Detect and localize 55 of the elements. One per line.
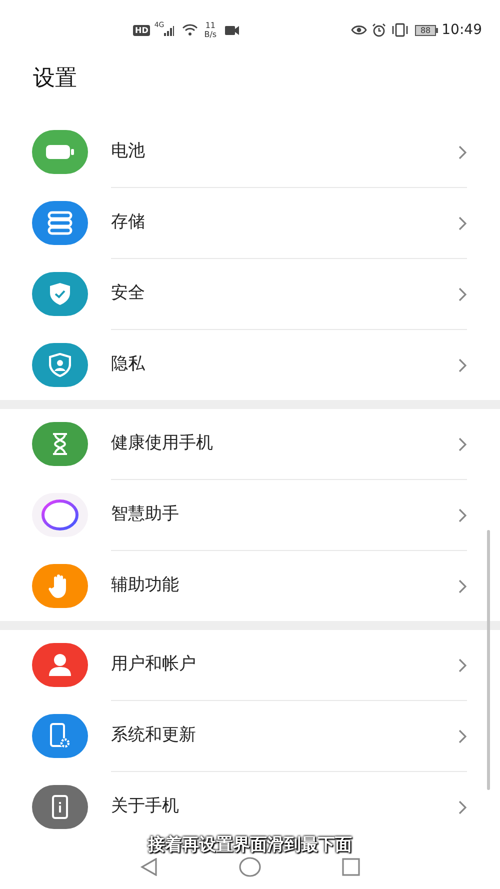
battery-icon — [45, 144, 75, 160]
item-label: 系统和更新 — [111, 724, 197, 748]
settings-item[interactable]: 智慧助手 — [0, 490, 500, 540]
battery-indicator: 88 — [415, 24, 438, 36]
speed-value: 11 — [205, 21, 216, 30]
phone-gear-icon — [48, 722, 72, 750]
shield-person-icon — [49, 353, 71, 377]
hd-label: HD — [133, 24, 150, 36]
item-label: 电池 — [111, 140, 146, 164]
clock: 10:49 — [442, 20, 482, 40]
chevron-right-icon — [458, 508, 467, 522]
chevron-right-icon — [458, 144, 467, 160]
chevron-right-icon — [458, 578, 467, 594]
settings-item[interactable]: 辅助功能 — [0, 561, 500, 611]
chevron-right-icon — [458, 358, 467, 372]
settings-item[interactable]: 安全 — [0, 269, 500, 319]
settings-item[interactable]: 电池 — [0, 127, 500, 177]
settings-item[interactable]: 关于手机 — [0, 782, 500, 832]
item-label: 存储 — [111, 211, 146, 234]
hourglass-icon — [51, 432, 69, 456]
settings-item[interactable]: 用户和帐户 — [0, 640, 500, 690]
signal-icon — [164, 26, 174, 36]
settings-item[interactable]: 存储 — [0, 198, 500, 248]
ring-icon — [40, 498, 80, 532]
home-icon[interactable] — [238, 856, 261, 876]
item-label: 智慧助手 — [111, 503, 180, 526]
phone-info-icon — [51, 794, 69, 820]
chevron-right-icon — [458, 728, 467, 744]
person-icon — [47, 652, 73, 678]
eye-icon — [351, 24, 368, 36]
shield-check-icon — [49, 282, 71, 306]
video-camera-icon — [224, 26, 239, 34]
chevron-right-icon — [458, 800, 467, 814]
speed-unit: B/s — [204, 30, 217, 39]
storage-icon — [47, 211, 73, 235]
subtitle-caption: 接着再设置界面滑到最下面 — [148, 833, 352, 857]
alarm-icon — [372, 23, 386, 37]
vibrate-icon — [391, 23, 410, 37]
chevron-right-icon — [458, 216, 467, 230]
item-label: 辅助功能 — [111, 574, 180, 598]
settings-item[interactable]: 系统和更新 — [0, 711, 500, 761]
item-label: 用户和帐户 — [111, 653, 197, 676]
item-label: 隐私 — [111, 353, 146, 376]
chevron-right-icon — [458, 658, 467, 672]
chevron-right-icon — [458, 436, 467, 452]
page-title: 设置 — [33, 65, 77, 93]
item-label: 关于手机 — [111, 795, 180, 818]
settings-item[interactable]: 健康使用手机 — [0, 419, 500, 469]
back-icon[interactable] — [140, 858, 158, 876]
recents-icon[interactable] — [342, 858, 360, 876]
wifi-icon — [182, 24, 198, 36]
item-label: 安全 — [111, 282, 146, 306]
chevron-right-icon — [458, 286, 467, 302]
settings-item[interactable]: 隐私 — [0, 340, 500, 390]
item-label: 健康使用手机 — [111, 432, 214, 456]
